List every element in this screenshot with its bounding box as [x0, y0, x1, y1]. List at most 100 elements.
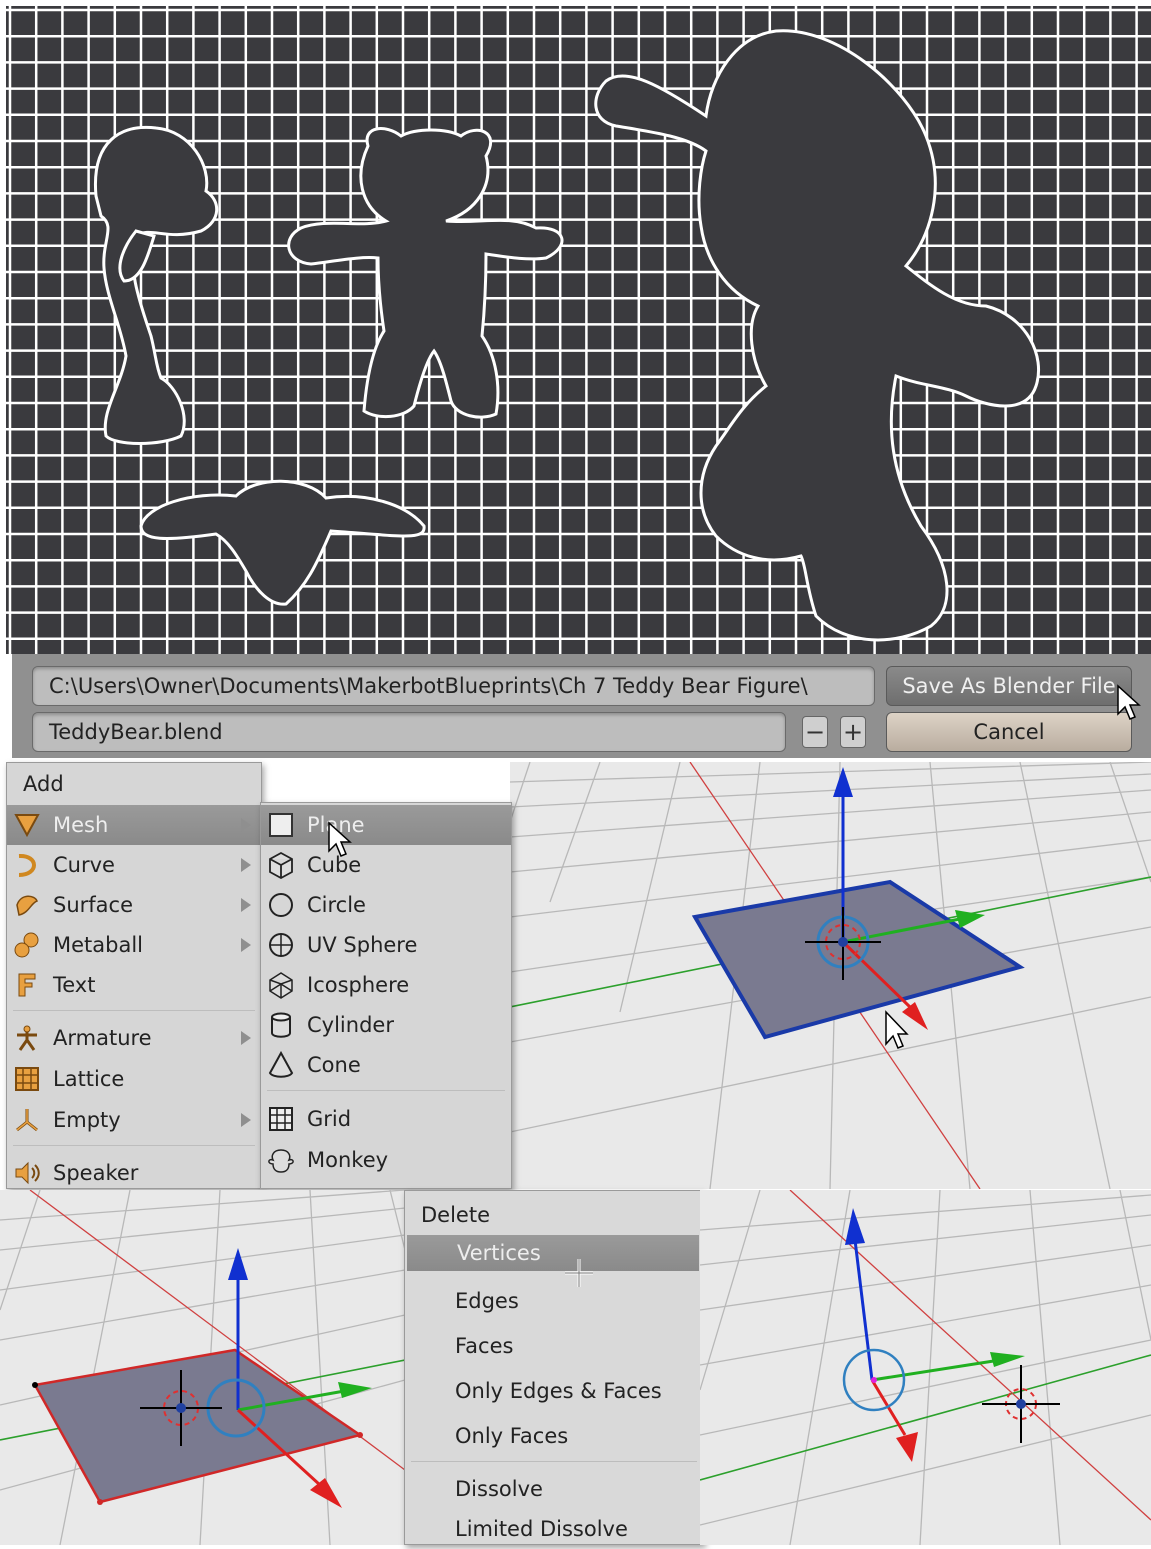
circle-icon: [269, 893, 293, 917]
menu-item-edges[interactable]: Edges: [405, 1281, 703, 1321]
monkey-icon: [268, 1149, 294, 1173]
metaball-icon: [14, 932, 39, 958]
menu-item-metaball[interactable]: Metaball: [7, 925, 261, 965]
speaker-icon: [15, 1161, 40, 1185]
teddy-side-view: [93, 125, 219, 445]
menu-item-limited-dissolve[interactable]: Limited Dissolve: [405, 1509, 703, 1549]
blueprint-drawing: [6, 6, 1151, 654]
menu-item-label: Vertices: [457, 1241, 541, 1265]
decrement-button[interactable]: −: [802, 716, 828, 748]
viewport-3d-after-delete[interactable]: [700, 1190, 1151, 1545]
viewport-scene: [0, 1190, 405, 1545]
directory-path-field[interactable]: C:\Users\Owner\Documents\MakerbotBluepri…: [32, 666, 875, 706]
menu-item-label: Limited Dissolve: [455, 1517, 628, 1541]
menu-item-label: Armature: [53, 1026, 152, 1050]
menu-item-label: Cylinder: [307, 1013, 394, 1037]
teddy-perspective-view: [594, 29, 1041, 642]
save-as-blender-file-button[interactable]: Save As Blender File: [886, 666, 1132, 706]
menu-item-label: Only Faces: [455, 1424, 569, 1448]
crosshair-cursor-icon: [565, 1259, 593, 1287]
submenu-arrow-icon: [241, 938, 251, 952]
menu-item-only-faces[interactable]: Only Faces: [405, 1416, 703, 1456]
menu-item-only-edges-faces[interactable]: Only Edges & Faces: [405, 1371, 703, 1411]
menu-item-circle[interactable]: Circle: [261, 885, 511, 925]
submenu-arrow-icon: [241, 818, 251, 832]
submenu-arrow-icon: [241, 1113, 251, 1127]
menu-item-label: Surface: [53, 893, 134, 917]
filename-field[interactable]: TeddyBear.blend: [32, 712, 786, 752]
menu-item-label: Lattice: [53, 1067, 125, 1091]
menu-item-label: Faces: [455, 1334, 514, 1358]
menu-separator: [13, 1010, 255, 1011]
menu-item-cube[interactable]: Cube: [261, 845, 511, 885]
menu-item-uv-sphere[interactable]: UV Sphere: [261, 925, 511, 965]
add-menu: Add Mesh Curve Surface Metaball Text Arm…: [6, 762, 262, 1189]
delete-menu-title: Delete: [421, 1203, 490, 1227]
armature-icon: [17, 1025, 37, 1051]
icosphere-icon: [269, 972, 293, 999]
menu-item-label: Curve: [53, 853, 115, 877]
menu-item-label: Mesh: [53, 813, 109, 837]
menu-item-label: Monkey: [307, 1148, 389, 1172]
cancel-button[interactable]: Cancel: [886, 712, 1132, 752]
curve-icon: [18, 853, 36, 877]
viewport-scene: [700, 1190, 1151, 1545]
cube-icon: [269, 851, 293, 879]
submenu-arrow-icon: [241, 858, 251, 872]
menu-item-cone[interactable]: Cone: [261, 1045, 511, 1085]
menu-item-label: Empty: [53, 1108, 121, 1132]
viewport-scene: [510, 762, 1151, 1189]
menu-item-icosphere[interactable]: Icosphere: [261, 965, 511, 1005]
plane-icon: [269, 813, 293, 837]
increment-button[interactable]: +: [840, 716, 866, 748]
menu-item-plane[interactable]: Plane: [261, 805, 511, 845]
menu-separator: [411, 1461, 697, 1462]
grid-icon: [269, 1107, 293, 1131]
submenu-arrow-icon: [241, 1031, 251, 1045]
text-icon: [18, 973, 36, 997]
menu-item-monkey[interactable]: Monkey: [261, 1140, 511, 1180]
menu-item-lattice[interactable]: Lattice: [7, 1059, 261, 1099]
empty-icon: [16, 1109, 38, 1132]
menu-item-label: Metaball: [53, 933, 144, 957]
menu-item-label: Only Edges & Faces: [455, 1379, 662, 1403]
menu-item-armature[interactable]: Armature: [7, 1018, 261, 1058]
menu-item-grid[interactable]: Grid: [261, 1099, 511, 1139]
menu-item-label: Speaker: [53, 1161, 139, 1185]
menu-item-faces[interactable]: Faces: [405, 1326, 703, 1366]
menu-item-label: Circle: [307, 893, 366, 917]
menu-item-label: Edges: [455, 1289, 519, 1313]
cylinder-icon: [271, 1012, 291, 1038]
menu-item-label: Text: [53, 973, 96, 997]
menu-item-mesh[interactable]: Mesh: [7, 805, 261, 845]
viewport-3d-object-mode[interactable]: [510, 762, 1151, 1189]
uv-sphere-icon: [269, 933, 293, 957]
menu-item-label: Dissolve: [455, 1477, 543, 1501]
menu-separator: [267, 1090, 505, 1091]
menu-separator: [13, 1145, 255, 1146]
submenu-arrow-icon: [241, 898, 251, 912]
menu-item-label: Cone: [307, 1053, 361, 1077]
delete-menu: Delete Vertices Edges Faces Only Edges &…: [404, 1190, 704, 1545]
menu-item-curve[interactable]: Curve: [7, 845, 261, 885]
menu-item-label: UV Sphere: [307, 933, 418, 957]
menu-item-label: Icosphere: [307, 973, 410, 997]
add-menu-title: Add: [23, 772, 64, 796]
mesh-icon: [14, 814, 40, 838]
menu-item-text[interactable]: Text: [7, 965, 261, 1005]
menu-item-label: Grid: [307, 1107, 352, 1131]
menu-item-vertices[interactable]: Vertices: [407, 1235, 699, 1271]
viewport-3d-edit-mode[interactable]: [0, 1190, 405, 1545]
menu-item-empty[interactable]: Empty: [7, 1100, 261, 1140]
blueprint-image: [6, 6, 1151, 654]
cone-icon: [268, 1051, 294, 1078]
lattice-icon: [15, 1067, 39, 1091]
file-browser: C:\Users\Owner\Documents\MakerbotBluepri…: [12, 654, 1151, 758]
menu-item-dissolve[interactable]: Dissolve: [405, 1469, 703, 1509]
menu-item-speaker[interactable]: Speaker: [7, 1153, 261, 1193]
surface-icon: [16, 895, 38, 916]
menu-item-cylinder[interactable]: Cylinder: [261, 1005, 511, 1045]
menu-item-surface[interactable]: Surface: [7, 885, 261, 925]
mesh-submenu: Plane Cube Circle UV Sphere Icosphere Cy…: [260, 802, 512, 1189]
mouse-cursor-icon: [328, 821, 352, 857]
